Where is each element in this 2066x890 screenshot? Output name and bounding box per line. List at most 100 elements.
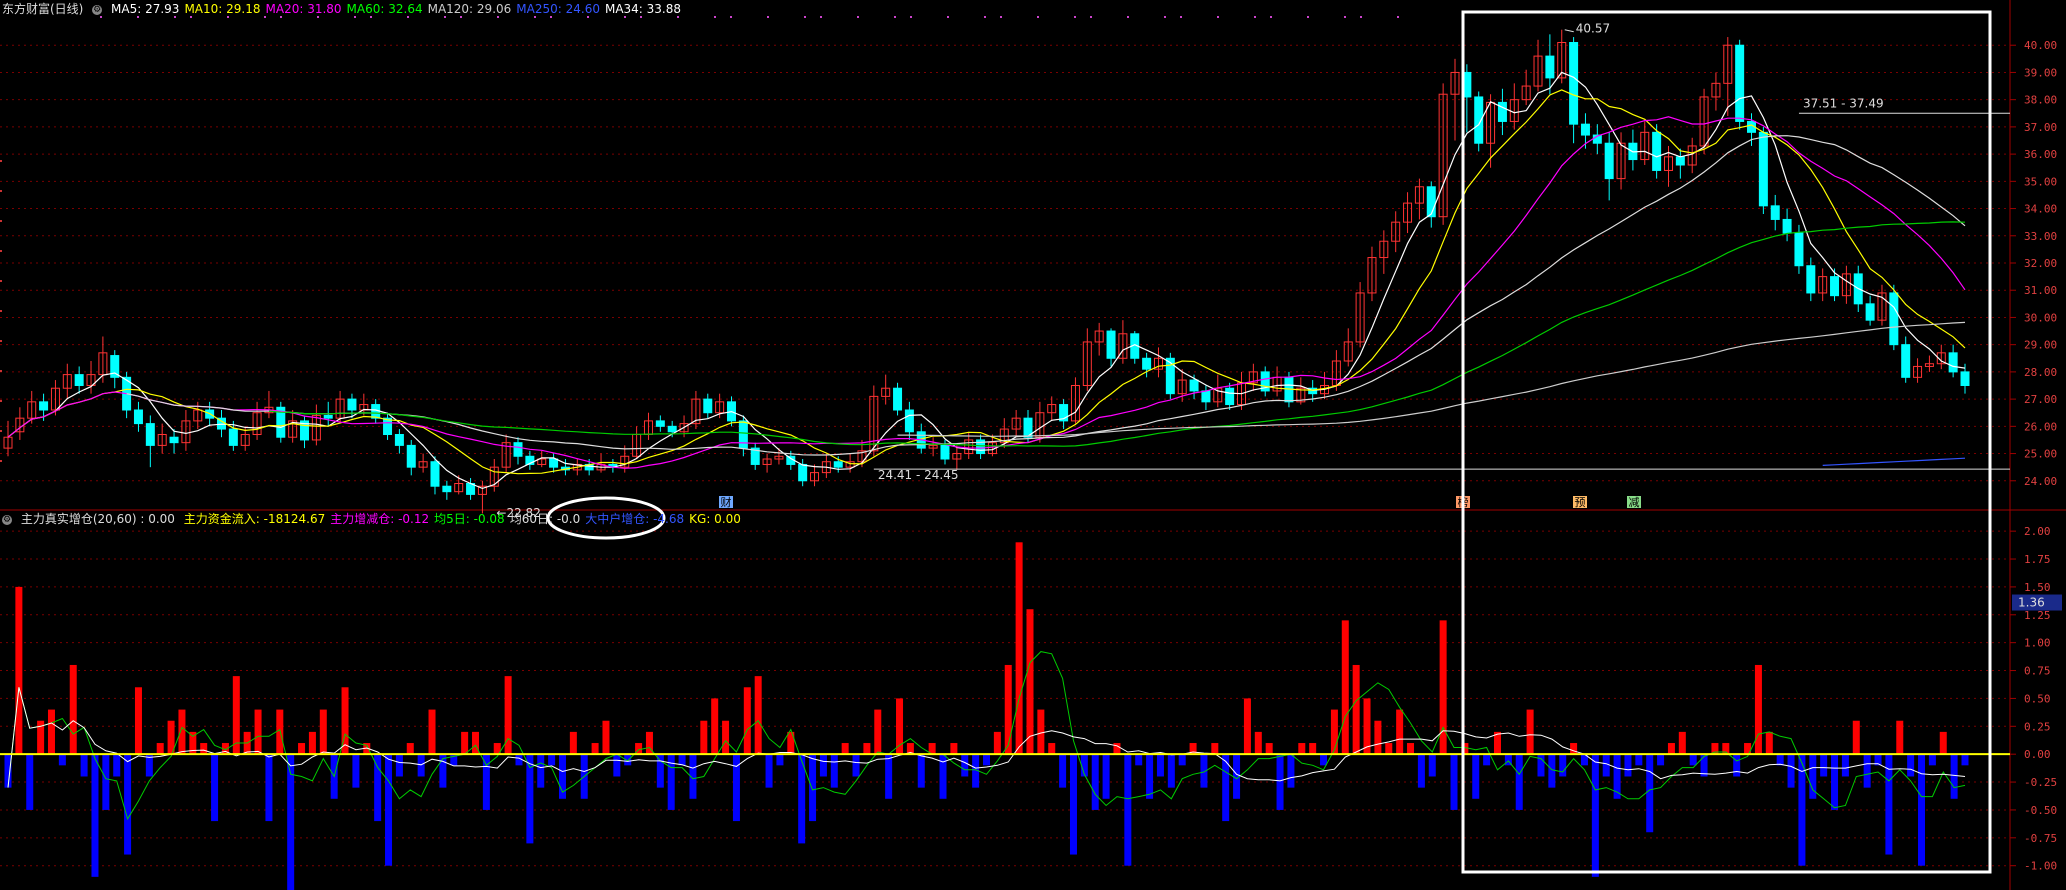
indicator-legend: 主力资金流入: -18124.67 主力增减仓: -0.12 均5日: -0.08 均… bbox=[184, 512, 746, 526]
price-tick-label: 24.00 bbox=[2024, 475, 2057, 488]
indicator-bar bbox=[4, 754, 12, 788]
left-marker bbox=[0, 400, 2, 402]
indicator-bar bbox=[1124, 754, 1132, 866]
indicator-tick-label: 1.75 bbox=[2024, 553, 2051, 566]
indicator-bar bbox=[1178, 754, 1186, 766]
indicator-bar bbox=[178, 709, 186, 755]
candle-body bbox=[1794, 232, 1804, 267]
candle-body bbox=[74, 374, 84, 387]
candle-body bbox=[667, 425, 677, 433]
indicator-bar bbox=[819, 754, 827, 777]
indicator-bar bbox=[1341, 620, 1349, 755]
ma-legend-item-1: MA10: 29.18 bbox=[184, 2, 261, 16]
candle-body bbox=[1901, 344, 1911, 378]
indicator-bar bbox=[1135, 754, 1143, 766]
indicator-bar bbox=[1450, 754, 1458, 810]
indicator-bar bbox=[1896, 720, 1904, 755]
top-marker bbox=[1270, 16, 1272, 18]
indicator-bar bbox=[1396, 709, 1404, 755]
top-marker bbox=[264, 16, 266, 18]
current-value-label: 1.36 bbox=[2018, 596, 2045, 610]
top-marker bbox=[894, 16, 896, 18]
top-marker bbox=[1037, 16, 1039, 18]
indicator-tick-label: -0.25 bbox=[2024, 776, 2057, 789]
top-marker bbox=[1074, 16, 1076, 18]
candle-body bbox=[1497, 101, 1507, 122]
candle-body bbox=[347, 398, 357, 411]
indicator-bar bbox=[26, 754, 34, 810]
indicator-tick-label: 1.50 bbox=[2024, 581, 2051, 594]
indicator-bar bbox=[461, 731, 469, 755]
indicator-tick-label: 0.75 bbox=[2024, 665, 2051, 678]
indicator-bar bbox=[211, 754, 219, 822]
top-marker bbox=[947, 16, 949, 18]
indicator-bar bbox=[1678, 731, 1686, 755]
indicator-tick-label: 2.00 bbox=[2024, 525, 2051, 538]
top-marker bbox=[280, 16, 282, 18]
indicator-bar bbox=[417, 754, 425, 777]
indicator-bar bbox=[1113, 743, 1121, 755]
top-marker bbox=[677, 16, 679, 18]
indicator-bar bbox=[352, 754, 360, 788]
indicator-bar bbox=[961, 754, 969, 777]
candle-body bbox=[1830, 276, 1840, 297]
indicator-bar bbox=[1950, 754, 1958, 799]
top-marker bbox=[730, 16, 732, 18]
indicator-bar bbox=[1407, 743, 1415, 755]
candle-body bbox=[893, 387, 903, 411]
candle-body bbox=[1189, 379, 1199, 392]
indicator-bar bbox=[1939, 731, 1947, 755]
top-marker bbox=[1090, 16, 1092, 18]
indicator-bar bbox=[656, 754, 664, 788]
high-label: 40.57 bbox=[1576, 22, 1610, 36]
indicator-bar bbox=[1254, 731, 1262, 755]
indicator-bar bbox=[776, 754, 784, 766]
indicator-bar bbox=[1841, 754, 1849, 777]
candle-body bbox=[430, 461, 440, 487]
top-marker bbox=[1254, 16, 1256, 18]
indicator-bar bbox=[1776, 754, 1784, 766]
top-marker bbox=[354, 16, 356, 18]
candle-body bbox=[1865, 303, 1875, 321]
candle-body bbox=[1948, 352, 1958, 373]
price-tick-label: 31.00 bbox=[2024, 284, 2057, 297]
top-marker bbox=[820, 16, 822, 18]
candle-body bbox=[39, 401, 49, 411]
indicator-bar bbox=[1069, 754, 1077, 855]
top-marker bbox=[1360, 16, 1362, 18]
top-marker bbox=[624, 16, 626, 18]
top-marker bbox=[1164, 16, 1166, 18]
price-tick-label: 26.00 bbox=[2024, 420, 2057, 433]
candle-body bbox=[442, 485, 452, 493]
ma-legend-item-5: MA250: 24.60 bbox=[516, 2, 600, 16]
indicator-tick-label: -0.50 bbox=[2024, 804, 2057, 817]
top-marker bbox=[984, 16, 986, 18]
settings-icon[interactable]: ⚙ bbox=[2, 514, 12, 525]
indicator-bar bbox=[1961, 754, 1969, 766]
indicator-bar bbox=[809, 754, 817, 822]
indicator-bar bbox=[885, 754, 893, 799]
indicator-bar bbox=[830, 754, 838, 788]
indicator-bar bbox=[1602, 754, 1610, 777]
indicator-bar bbox=[156, 743, 164, 755]
price-tick-label: 38.00 bbox=[2024, 94, 2057, 107]
candle-body bbox=[323, 414, 333, 419]
candle-body bbox=[738, 420, 748, 449]
candle-body bbox=[1604, 142, 1614, 180]
price-tick-label: 37.00 bbox=[2024, 121, 2057, 134]
settings-icon[interactable]: ⚙ bbox=[92, 4, 103, 15]
top-marker bbox=[227, 16, 229, 18]
ma-legend-item-4: MA120: 29.06 bbox=[427, 2, 512, 16]
indicator-bar bbox=[1287, 754, 1295, 788]
indicator-bar bbox=[1298, 743, 1306, 755]
indicator-bar bbox=[1852, 720, 1860, 755]
price-tick-label: 30.00 bbox=[2024, 311, 2057, 324]
indicator-bar bbox=[1907, 754, 1915, 777]
indicator-bar bbox=[1635, 754, 1643, 766]
indicator-bar bbox=[276, 709, 284, 755]
top-marker bbox=[804, 16, 806, 18]
price-tick-label: 34.00 bbox=[2024, 203, 2057, 216]
top-marker bbox=[714, 16, 716, 18]
candle-body bbox=[406, 444, 416, 468]
indicator-bar bbox=[1330, 709, 1338, 755]
